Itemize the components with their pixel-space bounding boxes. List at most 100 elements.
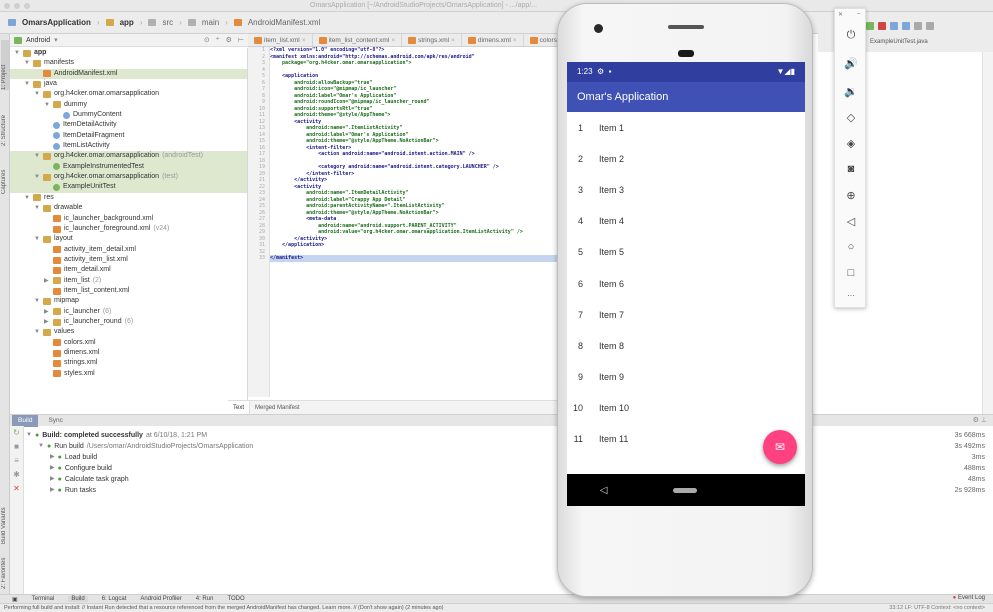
avd-manager-icon[interactable] bbox=[902, 22, 910, 30]
overview-icon[interactable]: □ bbox=[835, 267, 867, 279]
tree-item[interactable]: dimens.xml bbox=[10, 348, 247, 358]
stop-icon[interactable] bbox=[878, 22, 886, 30]
breadcrumb-main[interactable]: main bbox=[202, 18, 219, 27]
more-icon[interactable]: ··· bbox=[835, 291, 867, 300]
tree-item[interactable]: ▼ dummy bbox=[10, 100, 247, 110]
tree-item[interactable]: ▼ manifests bbox=[10, 58, 247, 68]
tree-item[interactable]: ItemDetailFragment bbox=[10, 131, 247, 141]
rotate-right-icon[interactable]: ◈ bbox=[835, 137, 867, 150]
tool-build[interactable]: Build bbox=[68, 596, 88, 602]
list-item[interactable]: 5 Item 5 bbox=[567, 237, 805, 268]
volume-down-icon[interactable]: 🔉 bbox=[835, 85, 867, 98]
hide-panel-icon[interactable]: ⊢ bbox=[238, 36, 244, 44]
minimize-icon[interactable]: – bbox=[857, 11, 860, 17]
rerun-icon[interactable]: ↻ bbox=[10, 426, 23, 440]
tree-item[interactable]: ▼ mipmap bbox=[10, 296, 247, 306]
tool-logcat[interactable]: 6: Logcat bbox=[102, 596, 127, 602]
tree-item[interactable]: ▼ org.h4cker.omar.omarsapplication (test) bbox=[10, 172, 247, 183]
tree-item[interactable]: colors.xml bbox=[10, 338, 247, 348]
tab-build[interactable]: Build bbox=[12, 414, 39, 427]
tool-tab-favorites[interactable]: 2: Favorites bbox=[1, 549, 9, 589]
list-item[interactable]: 4 Item 4 bbox=[567, 206, 805, 237]
tree-item[interactable]: ▶ ic_launcher_round (6) bbox=[10, 317, 247, 327]
list-item[interactable]: 2 Item 2 bbox=[567, 143, 805, 174]
tree-item[interactable]: ▼ org.h4cker.omar.omarsapplication bbox=[10, 89, 247, 99]
list-item[interactable]: 6 Item 6 bbox=[567, 268, 805, 299]
chevron-right-icon[interactable]: ▶ bbox=[50, 452, 55, 463]
tool-tab-build-variants[interactable]: Build Variants bbox=[1, 494, 9, 544]
home-pill-icon[interactable] bbox=[672, 487, 697, 493]
tab-text[interactable]: Text bbox=[228, 400, 251, 415]
tool-tab-structure[interactable]: 2: Structure bbox=[1, 96, 9, 146]
tree-item[interactable]: ▶ ic_launcher (6) bbox=[10, 307, 247, 317]
breadcrumb-app[interactable]: app bbox=[120, 18, 134, 27]
tree-item[interactable]: ItemListActivity bbox=[10, 141, 247, 151]
close-icon[interactable]: ✕ bbox=[838, 11, 843, 18]
rotate-left-icon[interactable]: ◇ bbox=[835, 111, 867, 124]
list-item[interactable]: 9 Item 9 bbox=[567, 362, 805, 393]
tree-item[interactable]: AndroidManifest.xml bbox=[10, 68, 247, 80]
tool-tab-project[interactable]: 1: Project bbox=[1, 40, 9, 90]
code-line[interactable]: </manifest> bbox=[270, 255, 563, 262]
list-item[interactable]: 10 Item 10 bbox=[567, 393, 805, 424]
tree-item[interactable]: ▼ app bbox=[10, 48, 247, 58]
tree-item[interactable]: strings.xml bbox=[10, 358, 247, 368]
chevron-down-icon[interactable]: ▼ bbox=[14, 48, 20, 58]
code-line[interactable]: android:value="org.h4cker.omar.omarsappl… bbox=[270, 229, 563, 236]
tool-todo[interactable]: TODO bbox=[227, 596, 244, 602]
list-item[interactable]: 8 Item 8 bbox=[567, 330, 805, 361]
stop-build-icon[interactable]: ■ bbox=[10, 440, 23, 454]
chevron-down-icon[interactable]: ▼ bbox=[34, 89, 40, 99]
tree-item[interactable]: item_list_content.xml bbox=[10, 286, 247, 296]
tree-item[interactable]: ▼ layout bbox=[10, 234, 247, 244]
power-icon[interactable]: ⏻ bbox=[835, 29, 867, 42]
tab-sync[interactable]: Sync bbox=[42, 415, 68, 427]
chevron-right-icon[interactable]: ▶ bbox=[44, 307, 50, 317]
chevron-down-icon[interactable]: ▼ bbox=[34, 296, 40, 306]
chevron-down-icon[interactable]: ▼ bbox=[38, 441, 44, 452]
tree-item[interactable]: ExampleUnitTest bbox=[10, 182, 247, 193]
tool-tab-captures[interactable]: Captures bbox=[1, 154, 9, 194]
list-item[interactable]: 7 Item 7 bbox=[567, 299, 805, 330]
tree-item[interactable]: ic_launcher_background.xml bbox=[10, 214, 247, 224]
chevron-down-icon[interactable]: ▼ bbox=[34, 234, 40, 244]
chevron-down-icon[interactable]: ▼ bbox=[34, 327, 40, 337]
editor-tab[interactable]: dimens.xml × bbox=[462, 34, 524, 46]
editor-tab[interactable]: strings.xml × bbox=[402, 34, 462, 46]
chevron-down-icon[interactable]: ▼ bbox=[34, 203, 40, 213]
tree-item[interactable]: ▼ drawable bbox=[10, 203, 247, 213]
close-tab-icon[interactable]: × bbox=[451, 37, 455, 44]
event-log-button[interactable]: ● Event Log bbox=[953, 595, 985, 601]
breadcrumb-file[interactable]: AndroidManifest.xml bbox=[248, 18, 320, 27]
tool-android-profiler[interactable]: Android Profiler bbox=[140, 596, 181, 602]
zoom-icon[interactable]: ⊕ bbox=[835, 189, 867, 202]
tree-item[interactable]: activity_item_detail.xml bbox=[10, 245, 247, 255]
breadcrumb-project[interactable]: OmarsApplication bbox=[22, 18, 91, 27]
tree-item[interactable]: ic_launcher_foreground.xml (v24) bbox=[10, 224, 247, 234]
tree-item[interactable]: ▼ org.h4cker.omar.omarsapplication (androi… bbox=[10, 151, 247, 162]
home-icon[interactable]: ○ bbox=[835, 241, 867, 253]
chevron-down-icon[interactable]: ▾ bbox=[54, 36, 58, 44]
tree-item[interactable]: ▶ item_list (2) bbox=[10, 276, 247, 286]
tool-run[interactable]: 4: Run bbox=[196, 596, 214, 602]
tree-item[interactable]: ItemDetailActivity bbox=[10, 120, 247, 130]
run-icon[interactable] bbox=[866, 22, 874, 30]
chevron-right-icon[interactable]: ▶ bbox=[50, 485, 55, 496]
editor-tab[interactable]: item_list.xml × bbox=[248, 34, 313, 46]
tree-item[interactable]: ExampleInstrumentedTest bbox=[10, 161, 247, 173]
chevron-down-icon[interactable]: ▼ bbox=[34, 172, 40, 182]
project-tree[interactable]: ▼ app ▼ manifests AndroidManifest.xml ▼ java ▼ o… bbox=[10, 48, 248, 413]
tree-item[interactable]: ▼ java bbox=[10, 79, 247, 89]
phone-screen[interactable]: 1:23 ⚙ ▪ ▼◢▮ Omar's Application 1 Item 1 2… bbox=[567, 62, 805, 506]
project-view-selector[interactable]: Android bbox=[26, 37, 50, 44]
pin-icon[interactable]: ✱ bbox=[10, 468, 23, 482]
tree-item[interactable]: styles.xml bbox=[10, 369, 247, 379]
back-icon[interactable]: ◁ bbox=[835, 215, 867, 228]
chevron-down-icon[interactable]: ▼ bbox=[44, 100, 50, 110]
gear-icon[interactable]: ⚙ bbox=[226, 36, 232, 44]
close-icon[interactable]: ✕ bbox=[10, 482, 23, 496]
minimize-window-button[interactable] bbox=[14, 3, 20, 9]
chevron-right-icon[interactable]: ▶ bbox=[44, 317, 50, 327]
tool-terminal[interactable]: Terminal bbox=[32, 596, 55, 602]
chevron-down-icon[interactable]: ▼ bbox=[34, 151, 40, 161]
